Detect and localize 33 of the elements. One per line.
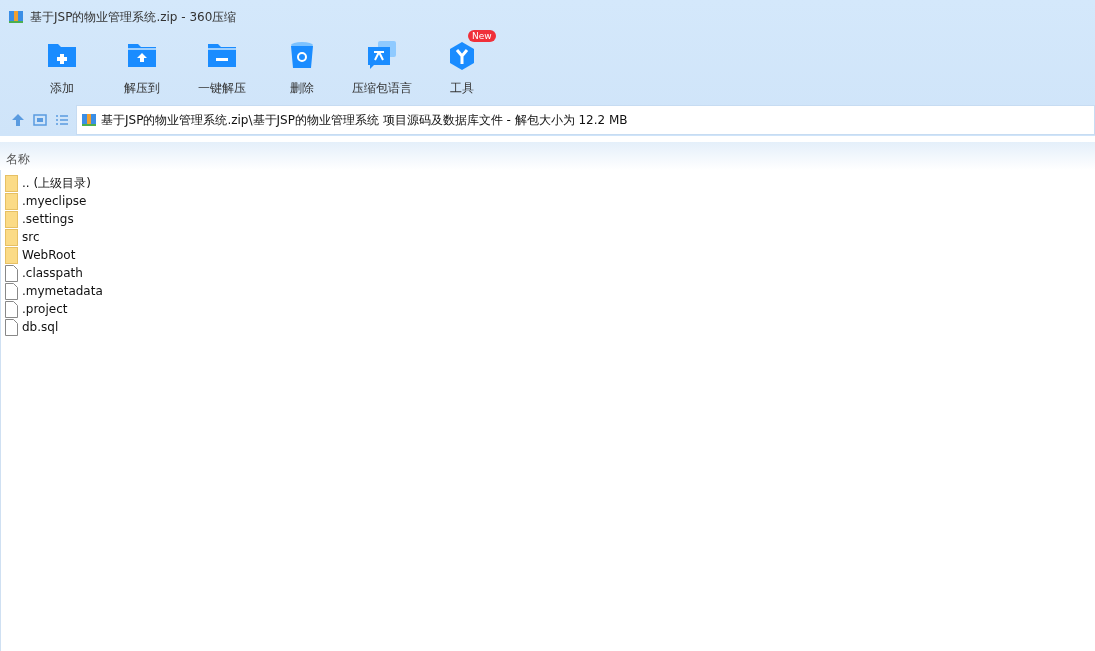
address-bar[interactable]: 基于JSP的物业管理系统.zip\基于JSP的物业管理系统 项目源码及数据库文件 - 解包大小为 12.2 MB [76, 105, 1095, 135]
archive-icon [81, 112, 97, 128]
list-view-icon[interactable] [54, 112, 70, 128]
file-name[interactable]: .classpath [22, 266, 83, 280]
folder-icon [5, 174, 18, 192]
file-icon [5, 318, 18, 336]
toolbar-button[interactable]: 添加 [22, 34, 102, 104]
folder-icon [5, 228, 18, 246]
new-badge: New [468, 30, 496, 42]
thumbnail-view-icon[interactable] [32, 112, 48, 128]
file-name[interactable]: db.sql [22, 320, 59, 334]
toolbar-button[interactable]: 解压到 [102, 34, 182, 104]
file-icon [5, 300, 18, 318]
file-name[interactable]: .myeclipse [22, 194, 87, 208]
file-name[interactable]: .settings [22, 212, 74, 226]
file-name[interactable]: .. (上级目录) [22, 174, 91, 192]
file-name[interactable]: .project [22, 302, 68, 316]
file-name[interactable]: WebRoot [22, 248, 76, 262]
file-name[interactable]: .mymetadata [22, 284, 103, 298]
file-icon [5, 264, 18, 282]
archive-path: 基于JSP的物业管理系统.zip\基于JSP的物业管理系统 项目源码及数据库文件 - 解包大小为 12.2 MB [101, 111, 628, 129]
archive-icon [8, 9, 24, 25]
toolbar-button[interactable]: 压缩包语言 [342, 34, 422, 104]
file-icon [5, 282, 18, 300]
up-arrow-icon[interactable] [10, 112, 26, 128]
toolbar-button[interactable]: 一键解压 [182, 34, 262, 104]
column-header[interactable]: 名称 [6, 151, 30, 168]
folder-icon [5, 192, 18, 210]
window-title: 基于JSP的物业管理系统.zip - 360压缩 [30, 8, 237, 26]
folder-icon [5, 210, 18, 228]
folder-icon [5, 246, 18, 264]
file-name[interactable]: src [22, 230, 40, 244]
toolbar-button[interactable]: 删除 [262, 34, 342, 104]
